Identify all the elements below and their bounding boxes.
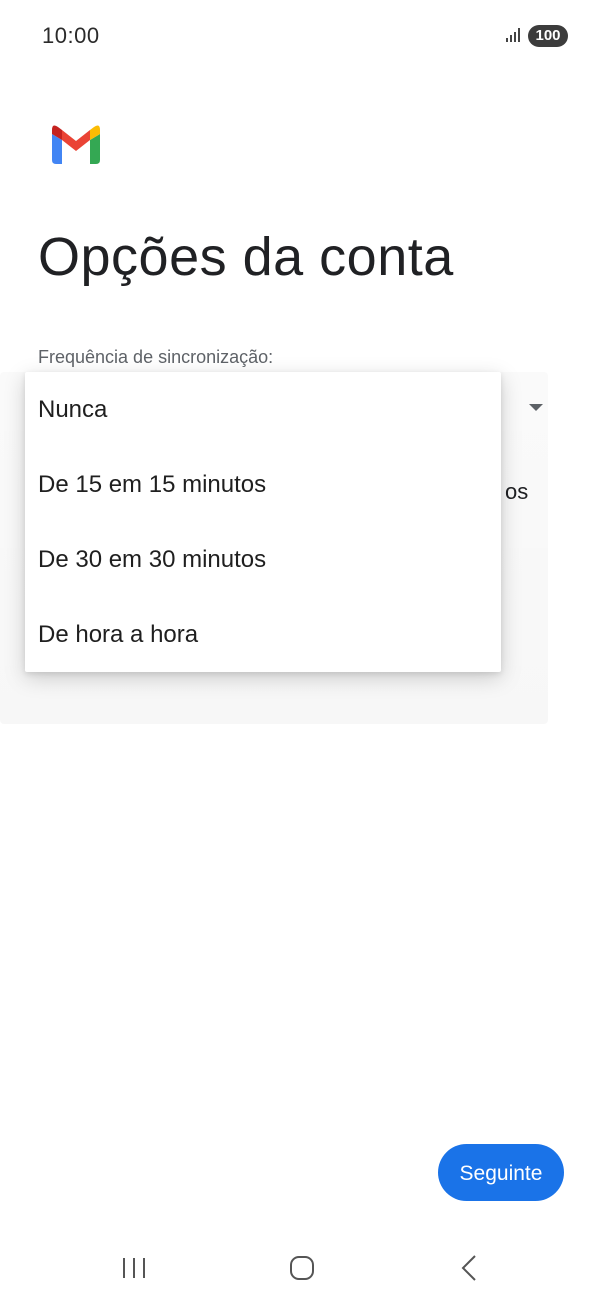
screen: 10:00 100 Opções da conta Frequência de …	[0, 0, 601, 1304]
sync-frequency-dropdown: Nunca De 15 em 15 minutos De 30 em 30 mi…	[25, 372, 501, 672]
dropdown-option-hourly[interactable]: De hora a hora	[25, 597, 501, 672]
status-bar: 10:00 100	[0, 0, 601, 72]
home-icon[interactable]	[289, 1255, 315, 1281]
battery-icon: 100	[528, 25, 568, 47]
sync-frequency-label: Frequência de sincronização:	[38, 347, 274, 367]
page-title: Opções da conta	[38, 227, 454, 287]
signal-icon	[506, 28, 520, 42]
dropdown-option-30-minutes[interactable]: De 30 em 30 minutos	[25, 522, 501, 597]
status-time: 10:00	[42, 23, 100, 48]
next-button[interactable]: Seguinte	[438, 1144, 564, 1201]
gmail-logo	[52, 125, 100, 164]
dropdown-option-never[interactable]: Nunca	[25, 372, 501, 447]
navigation-bar	[0, 1236, 601, 1304]
recents-icon[interactable]	[120, 1256, 148, 1280]
back-icon[interactable]	[458, 1254, 480, 1282]
dropdown-option-15-minutes[interactable]: De 15 em 15 minutos	[25, 447, 501, 522]
